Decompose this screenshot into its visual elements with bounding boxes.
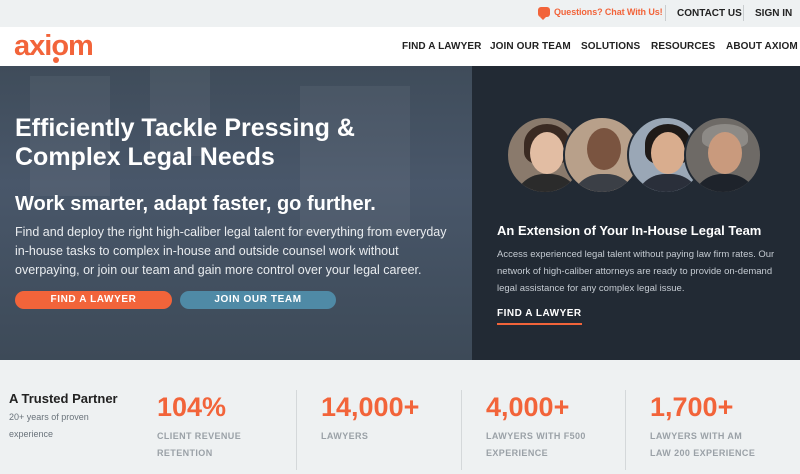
utility-bar: Questions? Chat With Us! CONTACT US SIGN…: [0, 0, 800, 27]
nav-find-a-lawyer[interactable]: FIND A LAWYER: [402, 41, 481, 52]
stat-value: 14,000+: [321, 392, 420, 422]
logo-dot: [53, 57, 59, 63]
contact-us-link[interactable]: CONTACT US: [677, 8, 742, 19]
nav-solutions[interactable]: SOLUTIONS: [581, 41, 640, 52]
face-shape: [587, 128, 621, 170]
hero-subtitle: Work smarter, adapt faster, go further.: [15, 193, 376, 215]
stat-value: 4,000+: [486, 392, 570, 422]
stats-strip: A Trusted Partner 20+ years of proven ex…: [0, 360, 800, 474]
nav-join-our-team[interactable]: JOIN OUR TEAM: [490, 41, 571, 52]
extension-panel: An Extension of Your In-House Legal Team…: [472, 66, 800, 360]
extension-body: Access experienced legal talent without …: [497, 249, 775, 294]
hero-title: Efficiently Tackle Pressing & Complex Le…: [15, 114, 355, 171]
stat-label: CLIENT REVENUE RETENTION: [157, 431, 242, 458]
sign-in-link[interactable]: SIGN IN: [755, 8, 792, 19]
face-shape: [530, 132, 564, 174]
stat-divider: [625, 390, 626, 470]
find-a-lawyer-button[interactable]: FIND A LAWYER: [15, 291, 172, 309]
nav-about-axiom[interactable]: ABOUT AXIOM: [726, 41, 798, 52]
body-shape: [571, 174, 637, 192]
chat-bubble-icon: [538, 7, 550, 20]
face-shape: [651, 132, 685, 174]
main-nav: axiom FIND A LAWYER JOIN OUR TEAM SOLUTI…: [0, 27, 800, 66]
stat-label: LAWYERS: [321, 431, 369, 441]
chat-link[interactable]: Questions? Chat With Us!: [538, 7, 663, 20]
stat-value: 1,700+: [650, 392, 734, 422]
trusted-partner-title: A Trusted Partner: [9, 391, 118, 406]
stat-value: 104%: [157, 392, 227, 422]
stat-label: LAWYERS WITH F500 EXPERIENCE: [486, 431, 586, 458]
join-our-team-button[interactable]: JOIN OUR TEAM: [180, 291, 336, 309]
trusted-partner-subtitle: 20+ years of proven experience: [9, 412, 89, 439]
extension-title: An Extension of Your In-House Legal Team: [497, 223, 762, 238]
stat-label: LAWYERS WITH AM LAW 200 EXPERIENCE: [650, 431, 756, 458]
extension-find-a-lawyer-link[interactable]: FIND A LAWYER: [497, 308, 582, 325]
chat-link-label: Questions? Chat With Us!: [554, 7, 663, 17]
hero-panel: Efficiently Tackle Pressing & Complex Le…: [0, 66, 472, 360]
lawyer-portrait: [684, 116, 762, 194]
face-shape: [708, 132, 742, 174]
stat-divider: [296, 390, 297, 470]
nav-resources[interactable]: RESOURCES: [651, 41, 715, 52]
stat-divider: [461, 390, 462, 470]
hero-body: Find and deploy the right high-caliber l…: [15, 225, 447, 277]
divider: [743, 5, 744, 21]
body-shape: [692, 174, 758, 192]
divider: [665, 5, 666, 21]
